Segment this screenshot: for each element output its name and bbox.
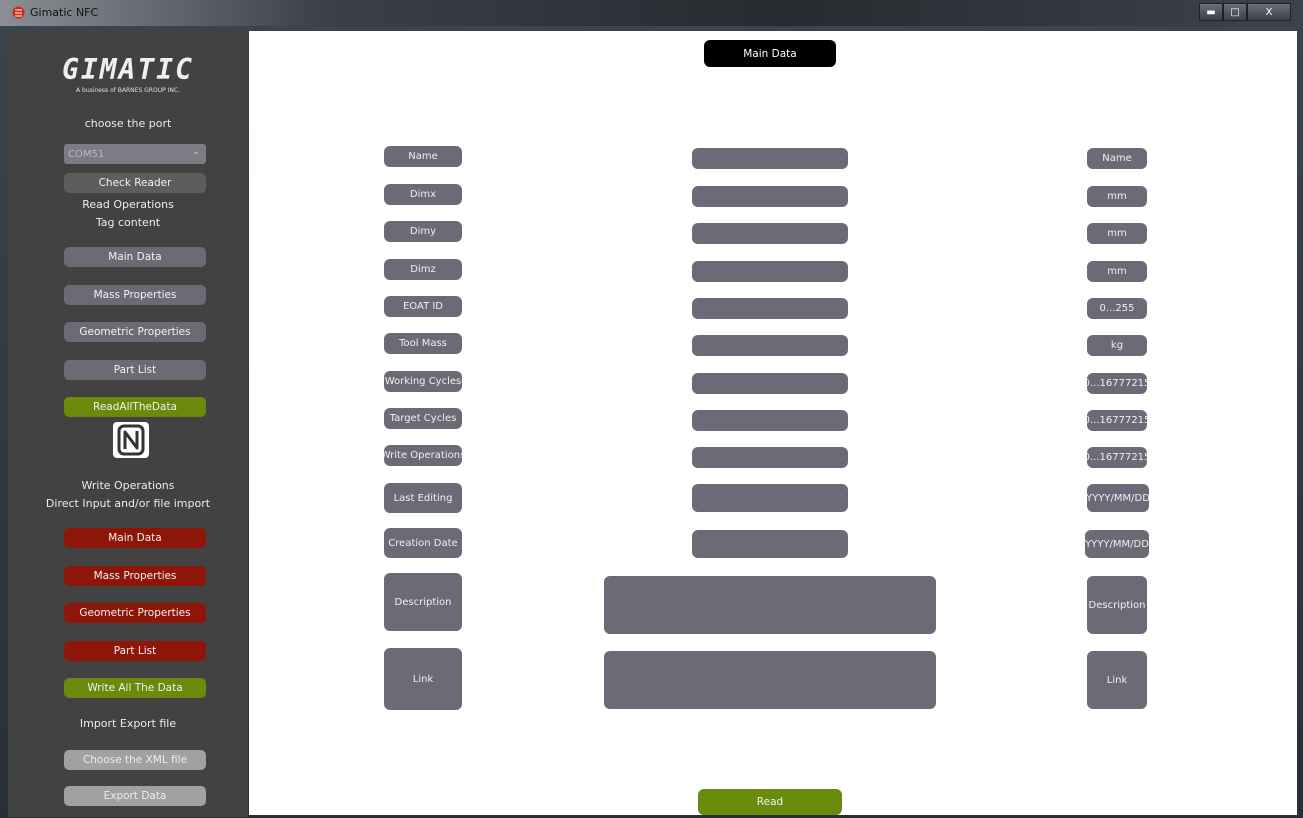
- sidebar: GIMATIC A business of BARNES GROUP INC. …: [8, 31, 248, 817]
- eoat-id-unit: 0...255: [1087, 298, 1147, 319]
- write-mass-properties-button[interactable]: Mass Properties: [64, 566, 206, 586]
- name-field[interactable]: [692, 148, 848, 169]
- export-data-button[interactable]: Export Data: [64, 786, 206, 806]
- read-all-data-button[interactable]: ReadAllTheData: [64, 397, 206, 417]
- dimx-field[interactable]: [692, 186, 848, 207]
- last-editing-unit: YYYY/MM/DD: [1087, 484, 1149, 512]
- port-select[interactable]: COM51 ⌄: [64, 144, 206, 164]
- close-button[interactable]: X: [1247, 3, 1291, 21]
- dimx-label: Dimx: [384, 184, 462, 205]
- link-label: Link: [384, 648, 462, 710]
- read-geometric-properties-button[interactable]: Geometric Properties: [64, 322, 206, 342]
- import-export-label: Import Export file: [79, 717, 177, 730]
- logo-subtitle: A business of BARNES GROUP INC.: [76, 87, 180, 94]
- write-operations-label: Write Operations: [81, 479, 175, 492]
- eoat-id-label: EOAT ID: [384, 296, 462, 317]
- window-controls: ▬ □ X: [1199, 3, 1291, 21]
- read-mass-properties-button[interactable]: Mass Properties: [64, 285, 206, 305]
- dimz-label: Dimz: [384, 259, 462, 280]
- main-data-header: Main Data: [704, 40, 836, 67]
- creation-date-unit: YYYY/MM/DD: [1085, 530, 1149, 558]
- name-unit: Name: [1087, 148, 1147, 169]
- read-part-list-button[interactable]: Part List: [64, 360, 206, 380]
- link-field[interactable]: [604, 651, 936, 709]
- creation-date-label: Creation Date: [384, 528, 462, 558]
- app-window: Gimatic NFC ▬ □ X GIMATIC A business of …: [0, 0, 1303, 818]
- target-cycles-label: Target Cycles: [384, 408, 462, 429]
- main-panel: Main Data Name Name Dimx mm Dimy mm Dimz…: [249, 31, 1297, 815]
- dimz-unit: mm: [1087, 261, 1147, 282]
- chevron-down-icon: ⌄: [192, 147, 200, 157]
- gimatic-logo: GIMATIC A business of BARNES GROUP INC.: [8, 53, 248, 94]
- minimize-button[interactable]: ▬: [1199, 3, 1223, 21]
- tag-content-label: Tag content: [95, 216, 161, 229]
- nfc-icon: [113, 422, 149, 458]
- write-operations-count-label: Write Operations: [384, 445, 462, 466]
- target-cycles-unit: 0...16777215: [1087, 410, 1147, 431]
- description-unit: Description: [1087, 576, 1147, 634]
- write-part-list-button[interactable]: Part List: [64, 641, 206, 661]
- window-title: Gimatic NFC: [30, 6, 99, 19]
- write-main-data-button[interactable]: Main Data: [64, 528, 206, 548]
- link-unit: Link: [1087, 651, 1147, 709]
- read-main-data-button[interactable]: Main Data: [64, 247, 206, 267]
- dimy-unit: mm: [1087, 223, 1147, 244]
- choose-xml-file-button[interactable]: Choose the XML file: [64, 750, 206, 770]
- tool-mass-unit: kg: [1087, 335, 1147, 356]
- read-button[interactable]: Read: [698, 789, 842, 815]
- dimy-field[interactable]: [692, 223, 848, 244]
- write-operations-field[interactable]: [692, 447, 848, 468]
- read-operations-label: Read Operations: [82, 198, 174, 211]
- description-label: Description: [384, 573, 462, 631]
- tool-mass-field[interactable]: [692, 335, 848, 356]
- last-editing-label: Last Editing: [384, 483, 462, 513]
- dimx-unit: mm: [1087, 186, 1147, 207]
- target-cycles-field[interactable]: [692, 410, 848, 431]
- title-bar: Gimatic NFC ▬ □ X: [0, 0, 1303, 26]
- write-operations-unit: 0...16777215: [1087, 447, 1147, 468]
- description-field[interactable]: [604, 576, 936, 634]
- write-all-data-button[interactable]: Write All The Data: [64, 678, 206, 698]
- tool-mass-label: Tool Mass: [384, 333, 462, 354]
- working-cycles-label: Working Cycles: [384, 371, 462, 392]
- name-label: Name: [384, 146, 462, 167]
- dimz-field[interactable]: [692, 261, 848, 282]
- eoat-id-field[interactable]: [692, 298, 848, 319]
- dimy-label: Dimy: [384, 221, 462, 242]
- logo-text: GIMATIC: [61, 53, 194, 86]
- working-cycles-field[interactable]: [692, 373, 848, 394]
- write-geometric-properties-button[interactable]: Geometric Properties: [64, 603, 206, 623]
- direct-input-label: Direct Input and/or file import: [45, 497, 211, 510]
- gimatic-app-icon: [12, 6, 25, 19]
- last-editing-field[interactable]: [692, 484, 848, 512]
- choose-port-label: choose the port: [84, 117, 172, 130]
- maximize-button[interactable]: □: [1223, 3, 1247, 21]
- check-reader-button[interactable]: Check Reader: [64, 173, 206, 193]
- creation-date-field[interactable]: [692, 530, 848, 558]
- port-select-value: COM51: [68, 148, 105, 160]
- working-cycles-unit: 0...16777215: [1087, 373, 1147, 394]
